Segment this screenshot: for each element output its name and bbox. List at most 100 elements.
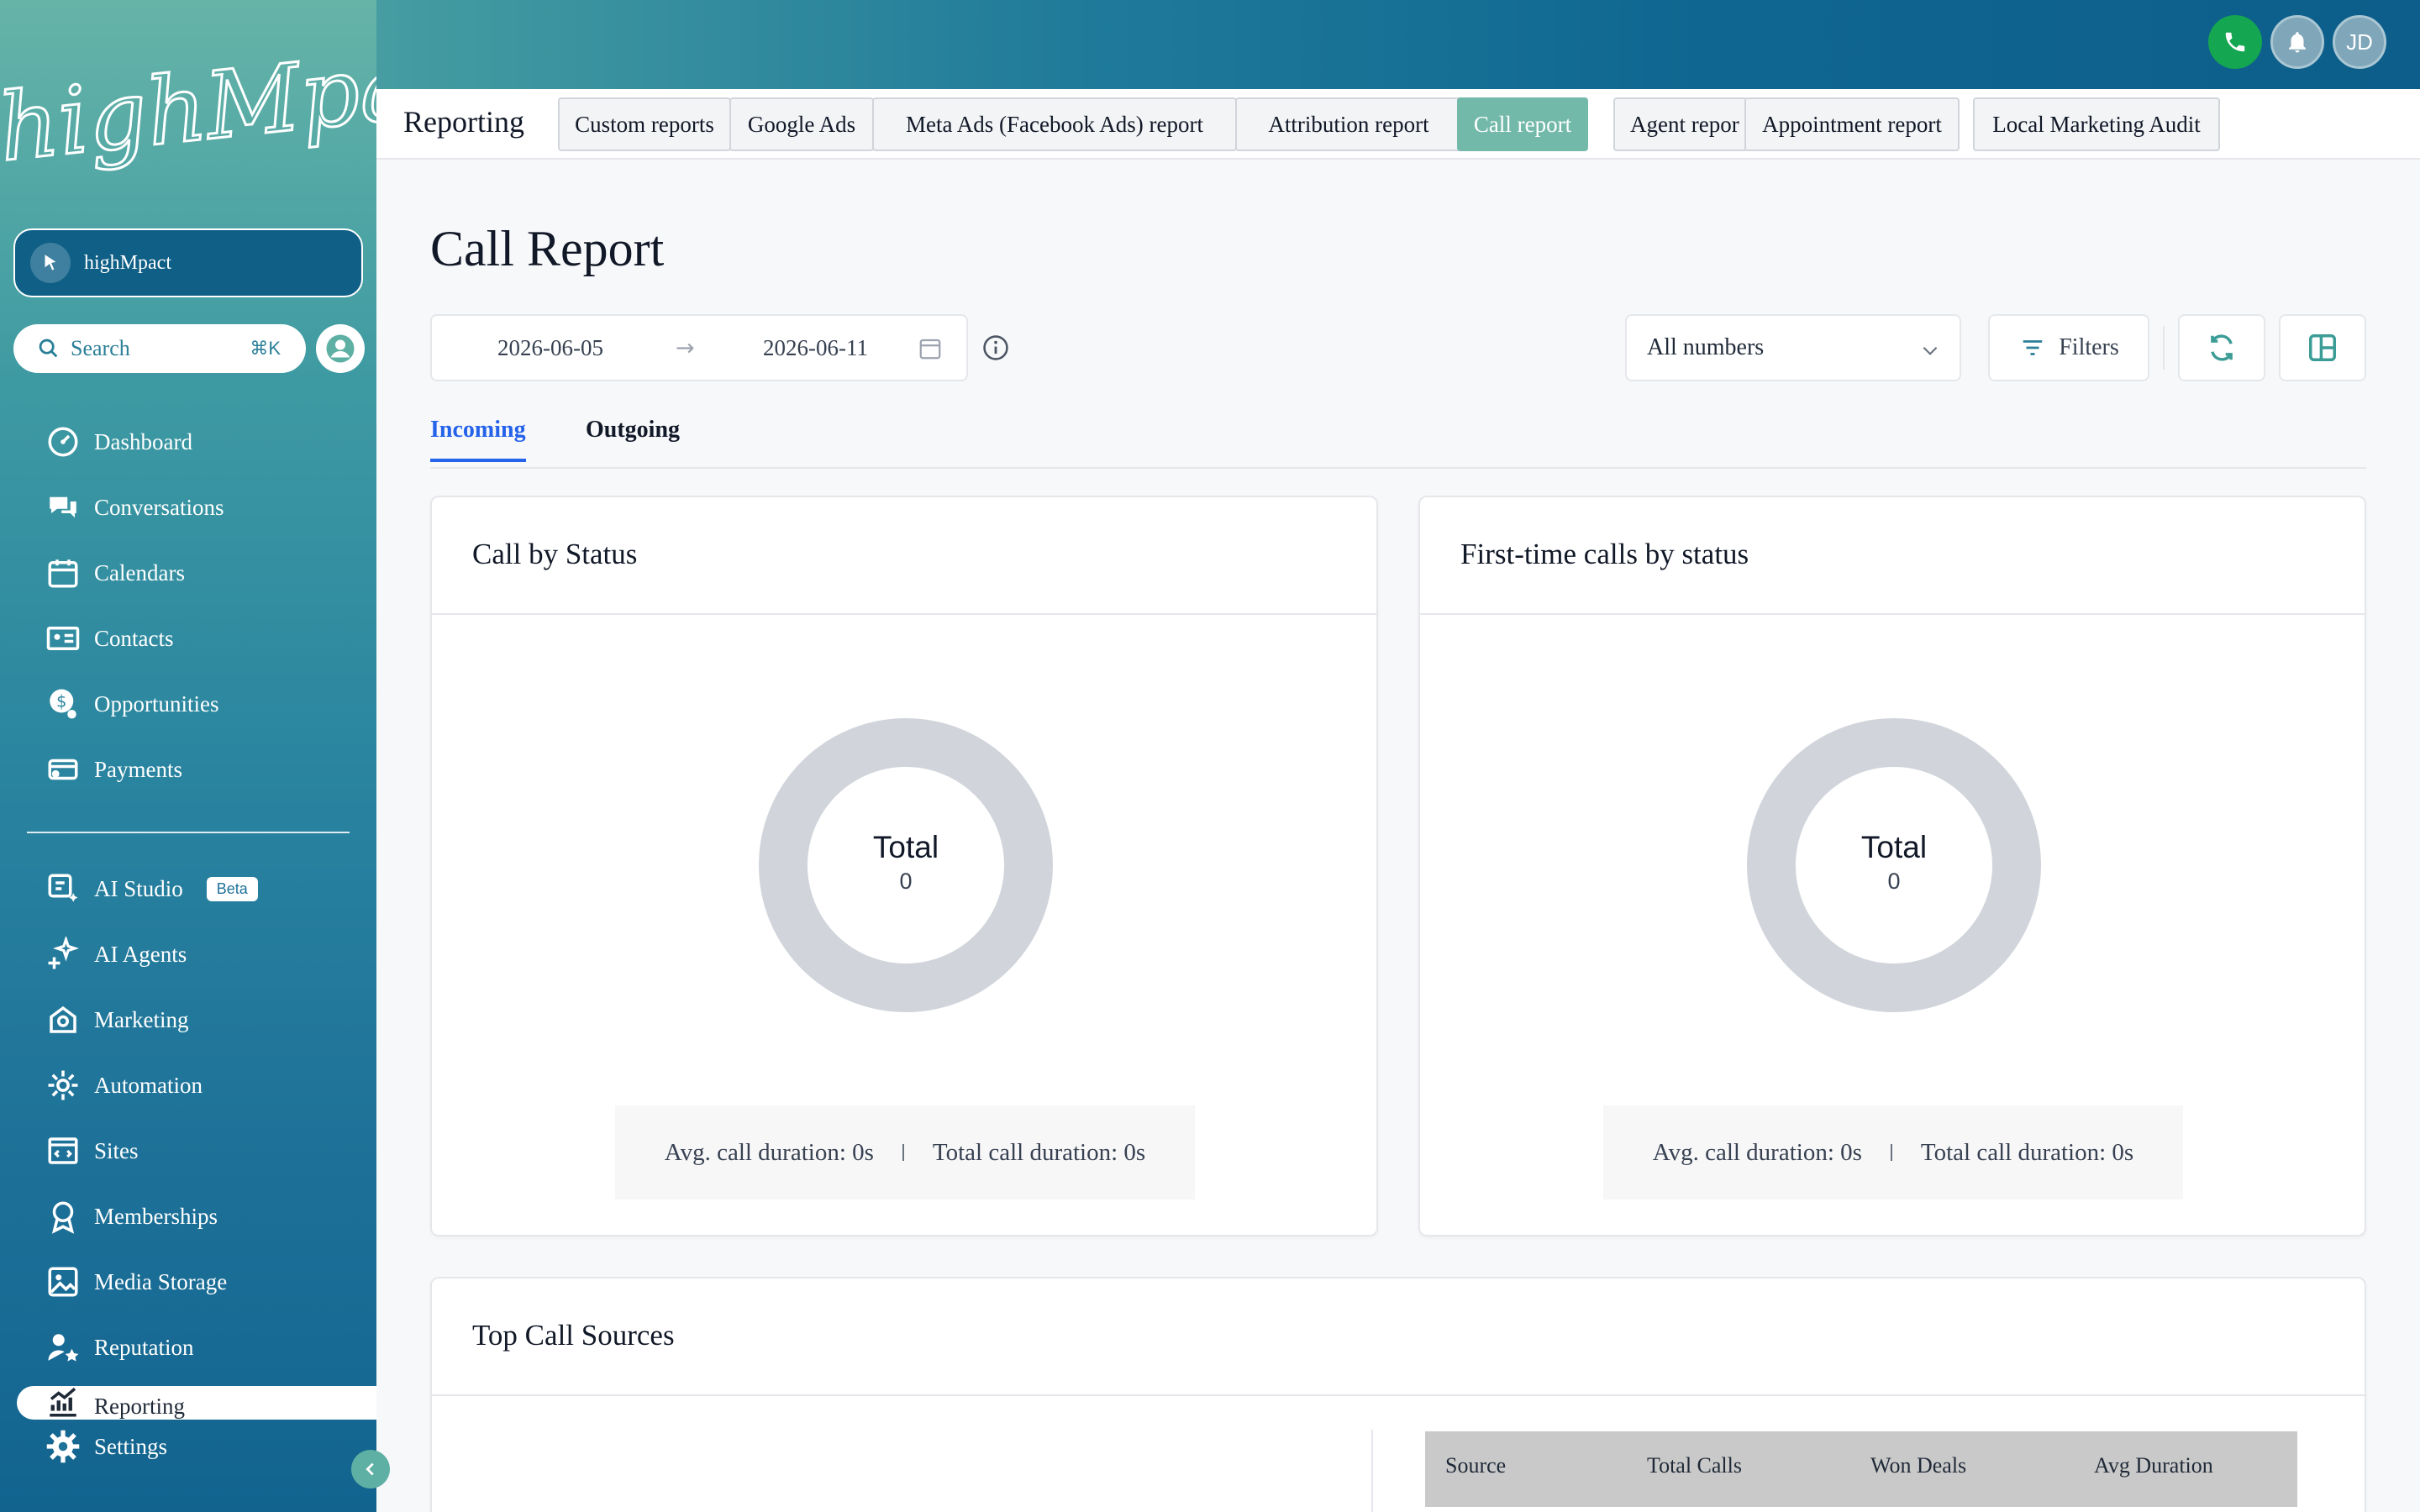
numbers-select[interactable]: All numbers	[1625, 314, 1961, 381]
tab-appointment-report[interactable]: Appointment report	[1744, 97, 1960, 151]
duration-stats: Avg. call duration: 0s Total call durati…	[1603, 1105, 2183, 1200]
tab-custom-reports[interactable]: Custom reports	[558, 97, 731, 151]
total-call-duration: Total call duration: 0s	[1920, 1138, 2134, 1166]
sidebar-item-label: Sites	[94, 1137, 139, 1163]
sidebar-item-automation[interactable]: Automation	[17, 1058, 376, 1112]
marketing-icon	[50, 1005, 76, 1033]
sidebar-item-label: Calendars	[94, 559, 185, 585]
sidebar: highMpact highMpact Search ⌘K Dashboard …	[0, 0, 510, 1512]
layout-button[interactable]	[2279, 314, 2366, 381]
avg-call-duration: Avg. call duration: 0s	[1652, 1138, 1862, 1166]
sidebar-item-contacts[interactable]: Contacts	[17, 612, 376, 665]
sidebar-item-dashboard[interactable]: Dashboard	[17, 415, 376, 469]
brand-logo[interactable]: highMpact	[0, 21, 510, 210]
card-header: Top Call Sources	[432, 1278, 2365, 1396]
calendar-icon	[919, 339, 941, 360]
sidebar-item-label: Dashboard	[94, 428, 192, 454]
section-title: Reporting	[403, 105, 524, 139]
sidebar-item-ai-studio[interactable]: AI Studio Beta	[17, 862, 376, 916]
sidebar-item-calendars[interactable]: Calendars	[17, 546, 376, 600]
sidebar-item-label: Automation	[94, 1072, 203, 1098]
tab-outgoing[interactable]: Outgoing	[586, 417, 680, 459]
tab-meta-ads[interactable]: Meta Ads (Facebook Ads) report	[872, 97, 1237, 151]
sidebar-item-label: Payments	[94, 756, 182, 782]
layout-icon	[2309, 334, 2336, 361]
donut-total-value: 0	[1887, 869, 1901, 894]
chart-icon	[50, 1387, 76, 1417]
date-start[interactable]: 2026-06-05	[497, 335, 603, 361]
phone-icon	[2225, 32, 2245, 52]
tab-agent-report[interactable]: Agent repor	[1613, 97, 1748, 151]
info-icon[interactable]	[981, 333, 1010, 362]
contacts-icon	[46, 627, 80, 650]
donut-total-label: Total	[872, 830, 939, 864]
collapse-sidebar-button[interactable]	[351, 1450, 390, 1488]
filters-label: Filters	[2059, 334, 2119, 360]
sidebar-item-settings[interactable]: Settings	[17, 1420, 376, 1473]
sidebar-item-label: Memberships	[94, 1203, 218, 1229]
sidebar-item-label: Marketing	[94, 1006, 189, 1032]
card-header: First-time calls by status	[1420, 497, 2365, 615]
column-header-total-calls[interactable]: Total Calls	[1647, 1453, 1742, 1478]
donut-center-label: Total 0	[758, 830, 1054, 895]
reputation-icon	[48, 1334, 79, 1362]
sidebar-item-reporting[interactable]: Reporting	[17, 1386, 376, 1420]
sidebar-divider	[27, 832, 350, 833]
reporting-tabstrip: Reporting Custom reports Google Ads Meta…	[376, 89, 2420, 160]
payments-icon	[48, 759, 78, 780]
donut-center-label: Total 0	[1746, 830, 2042, 895]
pointer-icon	[30, 243, 71, 283]
sidebar-item-conversations[interactable]: Conversations	[17, 480, 376, 534]
duration-stats: Avg. call duration: 0s Total call durati…	[615, 1105, 1195, 1200]
refresh-icon	[2211, 334, 2233, 361]
first-time-calls-card: First-time calls by status Total 0 Avg. …	[1418, 496, 2366, 1236]
column-header-won-deals[interactable]: Won Deals	[1870, 1453, 1966, 1478]
tab-local-marketing-audit[interactable]: Local Marketing Audit	[1973, 97, 2220, 151]
call-by-status-card: Call by Status Total 0 Avg. call duratio…	[430, 496, 1378, 1236]
settings-icon	[46, 1430, 80, 1463]
search-label: Search	[71, 336, 130, 360]
card-title: First-time calls by status	[1460, 538, 1749, 570]
profile-button[interactable]	[316, 324, 365, 373]
user-avatar[interactable]: JD	[2333, 15, 2386, 69]
sources-table-header: Source Total Calls Won Deals Avg Duratio…	[1425, 1431, 2297, 1507]
refresh-button[interactable]	[2178, 314, 2265, 381]
sidebar-item-label: Contacts	[94, 625, 174, 651]
calendar-icon	[48, 559, 78, 588]
sidebar-item-reputation[interactable]: Reputation	[17, 1320, 376, 1374]
search-input[interactable]: Search ⌘K	[13, 324, 306, 373]
sidebar-item-memberships[interactable]: Memberships	[17, 1189, 376, 1243]
sidebar-item-label: Conversations	[94, 494, 224, 520]
sidebar-item-marketing[interactable]: Marketing	[17, 993, 376, 1047]
image-icon	[48, 1267, 78, 1297]
sidebar-item-opportunities[interactable]: $ Opportunities	[17, 677, 376, 731]
sidebar-item-payments[interactable]: Payments	[17, 743, 376, 796]
account-switcher[interactable]: highMpact	[13, 228, 363, 297]
arrow-right-icon: →	[676, 334, 695, 361]
toolbar-separator	[2163, 326, 2165, 370]
donut-total-label: Total	[1860, 830, 1928, 864]
sidebar-item-label: Reputation	[94, 1334, 194, 1360]
opportunities-icon: $	[50, 689, 76, 719]
svg-text:highMpact: highMpact	[0, 25, 376, 182]
notifications-button[interactable]	[2270, 15, 2324, 69]
top-actions: JD	[2208, 15, 2386, 69]
sidebar-item-media-storage[interactable]: Media Storage	[17, 1255, 376, 1309]
sidebar-item-sites[interactable]: Sites	[17, 1124, 376, 1178]
gear-icon	[48, 1070, 78, 1100]
column-header-source[interactable]: Source	[1445, 1453, 1506, 1478]
account-name: highMpact	[84, 251, 171, 274]
tab-call-report[interactable]: Call report	[1457, 97, 1588, 151]
tab-attribution-report[interactable]: Attribution report	[1235, 97, 1462, 151]
column-header-avg-duration[interactable]: Avg Duration	[2094, 1453, 2213, 1478]
filters-button[interactable]: Filters	[1988, 314, 2149, 381]
phone-button[interactable]	[2208, 15, 2262, 69]
sites-icon	[48, 1137, 78, 1164]
sidebar-item-label: AI Agents	[94, 941, 187, 967]
date-range-picker[interactable]: 2026-06-05 → 2026-06-11	[430, 314, 968, 381]
svg-text:$: $	[56, 692, 66, 711]
sidebar-item-ai-agents[interactable]: AI Agents	[17, 927, 376, 981]
tab-google-ads[interactable]: Google Ads	[729, 97, 874, 151]
date-end[interactable]: 2026-06-11	[763, 335, 868, 361]
tab-incoming[interactable]: Incoming	[430, 417, 526, 462]
